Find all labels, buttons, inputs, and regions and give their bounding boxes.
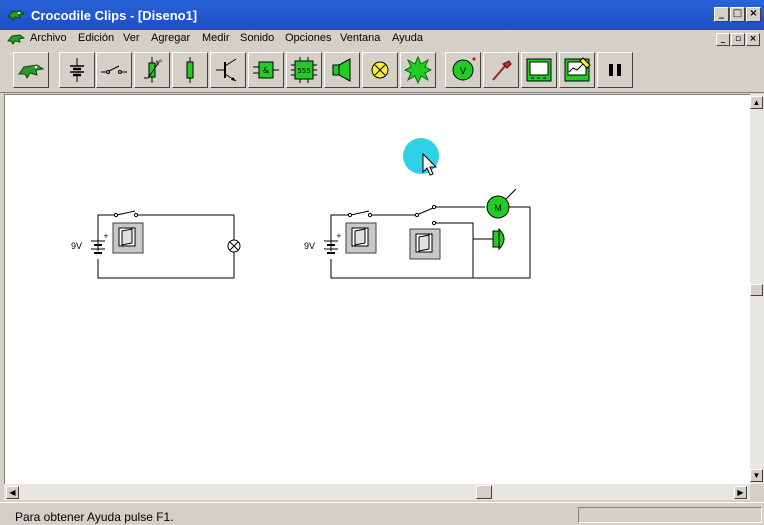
lamp-icon xyxy=(371,61,389,79)
switch-toggle-left[interactable] xyxy=(112,222,144,254)
left-circuit: + 9V xyxy=(71,210,241,279)
horizontal-scroll-thumb[interactable] xyxy=(476,485,492,499)
explosion-button[interactable] xyxy=(400,52,436,88)
switch-button[interactable] xyxy=(96,52,132,88)
battery-icon xyxy=(70,58,84,82)
crocodile-icon[interactable] xyxy=(7,32,25,46)
menu-opciones[interactable]: Opciones xyxy=(285,32,331,44)
svg-text:+: + xyxy=(336,232,342,240)
graph-button[interactable] xyxy=(559,52,595,88)
menu-edicion[interactable]: Edición xyxy=(78,32,114,44)
chip-555-button[interactable]: 555 xyxy=(286,52,322,88)
circuit-diagram[interactable]: + 9V + 9V M xyxy=(5,95,751,485)
menu-agregar[interactable]: Agregar xyxy=(151,32,190,44)
vertical-scroll-thumb[interactable] xyxy=(750,284,763,296)
battery-voltage-label: 9V xyxy=(304,241,315,251)
components-toolbar: t° & 555 V xyxy=(0,49,764,93)
pause-button[interactable] xyxy=(597,52,633,88)
transistor-button[interactable] xyxy=(210,52,246,88)
svg-text:+: + xyxy=(103,232,109,240)
menu-ventana[interactable]: Ventana xyxy=(340,32,380,44)
thermistor-icon: t° xyxy=(144,57,162,83)
document-close-button[interactable]: × xyxy=(746,33,760,46)
menu-ver[interactable]: Ver xyxy=(123,32,140,44)
svg-text:t°: t° xyxy=(156,59,162,67)
menu-ayuda[interactable]: Ayuda xyxy=(392,32,423,44)
title-bar[interactable]: Crocodile Clips - [Diseno1] _ □ × xyxy=(0,0,764,30)
chip-555-icon: 555 xyxy=(291,57,317,83)
status-bar: Para obtener Ayuda pulse F1. xyxy=(0,502,764,525)
close-button[interactable]: × xyxy=(746,7,761,22)
maximize-button[interactable]: □ xyxy=(730,7,745,22)
window-title: Crocodile Clips - [Diseno1] xyxy=(31,8,198,23)
oscilloscope-button[interactable] xyxy=(521,52,557,88)
pause-icon xyxy=(609,64,621,76)
scroll-down-button[interactable]: ▼ xyxy=(750,469,763,482)
menu-sonido[interactable]: Sonido xyxy=(240,32,274,44)
resistor-icon xyxy=(186,57,194,83)
speaker-button[interactable] xyxy=(324,52,360,88)
menu-bar: Archivo Edición Ver Agregar Medir Sonido… xyxy=(0,30,764,49)
crocodile-button[interactable] xyxy=(13,52,49,88)
oscilloscope-icon xyxy=(526,58,552,82)
logic-gate-symbol: & xyxy=(263,66,269,75)
voltmeter-label: V xyxy=(460,67,467,77)
crocodile-icon xyxy=(18,64,45,80)
document-minimize-button[interactable]: _ xyxy=(716,33,730,46)
horizontal-scrollbar[interactable]: ◀ ▶ xyxy=(4,484,750,500)
resistor-button[interactable] xyxy=(172,52,208,88)
switch-icon xyxy=(101,65,127,74)
speaker-icon xyxy=(332,58,351,82)
vertical-scrollbar[interactable]: ▲ ▼ xyxy=(750,94,764,484)
voltmeter-button[interactable]: V xyxy=(445,52,481,88)
motor-label: M xyxy=(494,203,502,213)
graph-icon xyxy=(564,57,591,82)
chip-555-label: 555 xyxy=(297,67,310,75)
status-text: Para obtener Ayuda pulse F1. xyxy=(15,510,174,524)
minimize-button[interactable]: _ xyxy=(714,7,729,22)
thermistor-button[interactable]: t° xyxy=(134,52,170,88)
menu-medir[interactable]: Medir xyxy=(202,32,230,44)
logic-gate-icon: & xyxy=(253,61,279,79)
voltmeter-icon: V xyxy=(452,57,476,81)
menu-archivo[interactable]: Archivo xyxy=(30,32,67,44)
battery-voltage-label: 9V xyxy=(71,241,82,251)
buzzer-icon xyxy=(492,230,500,248)
scroll-right-button[interactable]: ▶ xyxy=(734,486,747,499)
document-restore-button[interactable]: ▫ xyxy=(731,33,745,46)
switch-toggle-right-1[interactable] xyxy=(345,222,377,254)
scroll-left-button[interactable]: ◀ xyxy=(6,486,19,499)
logic-gate-button[interactable]: & xyxy=(248,52,284,88)
probe-icon xyxy=(492,60,512,81)
cursor-highlight xyxy=(403,138,439,174)
transistor-icon xyxy=(216,58,237,82)
circuit-canvas[interactable]: + 9V + 9V M xyxy=(4,94,751,485)
crocodile-icon xyxy=(7,10,25,21)
probe-button[interactable] xyxy=(483,52,519,88)
lamp-button[interactable] xyxy=(362,52,398,88)
scroll-up-button[interactable]: ▲ xyxy=(750,96,763,109)
switch-toggle-right-2[interactable] xyxy=(409,228,441,260)
status-panel xyxy=(578,507,762,523)
explosion-icon xyxy=(404,56,432,84)
battery-button[interactable] xyxy=(59,52,95,88)
